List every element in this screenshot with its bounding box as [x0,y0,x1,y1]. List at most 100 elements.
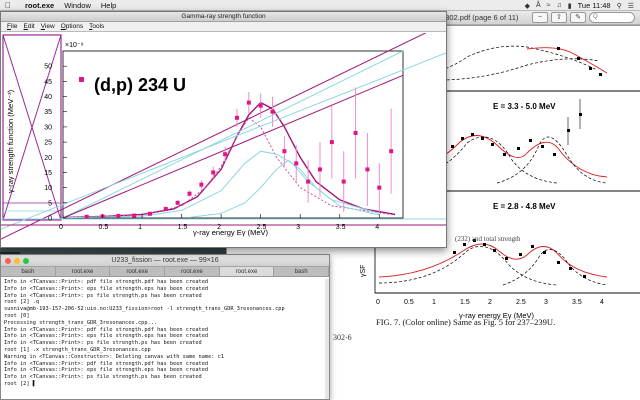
y-tick-label: 15 [44,170,52,177]
y-tick-label: 45 [44,79,52,86]
data-point [199,182,204,187]
pdf-x-tick-label: 0.5 [404,299,414,306]
apple-icon[interactable]:  [5,1,15,10]
data-point [246,100,251,105]
strength-function-chart: 0 0.5 1 1.5 2 2.5 3 3.5 405101520253035404550×10… [1,33,446,240]
root-menu-edit[interactable]: Edit [24,23,35,30]
terminal-line: Warning in <TCanvas::Constructor>: Delet… [4,353,225,360]
y-tick-label: 0 [48,216,52,223]
data-point [147,211,152,216]
terminal-line: root [1] .x strength_trans_GDR_3resonanc… [4,346,151,353]
data-point [306,179,311,184]
menubar-clock[interactable]: Tue 11:48 [578,1,611,10]
x-tick-label: 4 [375,224,379,231]
pdf-y-axis-label: γSF [360,265,367,277]
terminal-tab[interactable]: root.exe [56,267,111,276]
terminal-line: sunniva@mb-193-157-206-52:uio.no:U233_fi… [4,306,285,313]
terminal-line: Info in <TCanvas::Print>: ps file streng… [4,374,202,381]
terminal-tab[interactable]: root.exe [165,267,220,276]
wifi-icon[interactable]: ≈ [547,2,551,9]
terminal-window: U233_fission — root.exe — 99×16 bash roo… [0,254,330,400]
search-icon[interactable]: ⚲ [617,2,622,10]
chart-title: (d,p) 234 U [94,75,186,95]
data-point [175,200,180,205]
figure-caption: FIG. 7. (Color online) Same as Fig. 5 fo… [376,317,556,327]
terminal-line: Info in <TCanvas::Print>: pdf file stren… [4,326,209,333]
menubar:  root.exe Window Help ◆ Å ≈ ♫ ▮ Tue 11:… [0,0,640,11]
pdf-partial-text: (232) and total strength [455,235,521,243]
root-titlebar[interactable]: Gamma-ray strength function [1,12,446,22]
data-point [187,191,192,196]
dropbox-icon[interactable]: ◆ [525,2,530,10]
root-canvas[interactable]: 0 0.5 1 1.5 2 2.5 3 3.5 4 0 5 10 15 20 25 30 35 40 45 50 ×10… [1,33,446,247]
data-point [341,179,346,184]
pdf-search-field[interactable]: Q [589,12,635,23]
root-menu-tools[interactable]: Tools [89,23,104,30]
terminal-line: root [2] .q [4,299,40,306]
data-point [211,170,216,175]
series-line-1 [62,101,396,219]
legend-marker [79,77,84,82]
data-point [294,161,299,166]
terminal-line: Info in <TCanvas::Print>: pdf file stren… [4,279,209,285]
terminal-scrollbar[interactable] [325,279,329,399]
terminal-titlebar[interactable]: U233_fission — root.exe — 99×16 [1,255,329,267]
root-menu-view[interactable]: View [41,23,55,30]
series-line-4 [189,159,380,218]
terminal-tab[interactable]: bash [274,267,330,276]
x-tick-label: 3.5 [336,224,346,231]
pdf-x-tick-label: 3.5 [572,299,582,306]
menubar-app-name[interactable]: root.exe [25,1,54,10]
root-menu-file[interactable]: File [7,23,18,30]
zoom-out-button[interactable]: − [532,12,548,23]
y-tick-label: 10 [44,185,52,192]
y-tick-label: 25 [44,140,52,147]
bluetooth-icon[interactable]: Å [536,2,541,9]
terminal-tab-bar: bash root.exe root.exe root.exe root.exe… [1,267,330,277]
y-tick-label: 5 [48,200,52,207]
terminal-line: Processing strength_trans_GDR_3resonance… [4,319,158,326]
share-button[interactable]: ⇧ [551,12,567,23]
terminal-tab-active[interactable]: root.exe [219,267,275,276]
pdf-panel-label-middle: E = 3.3 - 5.0 MeV [493,102,556,111]
menubar-item-help[interactable]: Help [101,1,116,10]
pdf-panel-label-bottom: E = 2.8 - 4.8 MeV [493,202,556,211]
pdf-x-tick-label: 1.5 [460,299,470,306]
pdf-x-tick-label: 3 [544,299,548,306]
root-menubar: File Edit View Options Tools [1,22,446,32]
root-menu-options[interactable]: Options [61,23,83,30]
menubar-item-window[interactable]: Window [64,1,91,10]
pdf-x-tick-label: 2.5 [516,299,526,306]
series-line-6 [62,74,404,219]
data-point [84,214,89,219]
data-point [329,140,334,145]
notification-center-icon[interactable]: ☰ [628,2,634,10]
y-axis-label: γ-ray strength function (MeV⁻³) [6,89,15,193]
terminal-output[interactable]: Info in <TCanvas::Print>: pdf file stren… [4,279,326,399]
terminal-tab[interactable]: root.exe [110,267,166,276]
data-point [258,103,263,108]
data-point [132,213,137,218]
x-tick-label: 0.5 [99,224,109,231]
page-reference: 302-6 [333,333,352,342]
pdf-toolbar: − ⇧ ✎ Q [532,12,635,23]
menubar-status-area: ◆ Å ≈ ♫ ▮ Tue 11:48 ⚲ ☰ [525,0,634,11]
x-tick-label: 1 [138,224,142,231]
data-point [377,185,382,190]
terminal-tab[interactable]: bash [1,267,56,276]
data-point [116,213,121,218]
volume-icon[interactable]: ♫ [557,2,562,9]
terminal-line: Info in <TCanvas::Print>: eps file stren… [4,367,209,374]
terminal-line: Info in <TCanvas::Print>: eps file stren… [4,285,209,292]
data-point [317,167,322,172]
battery-icon[interactable]: ▮ [568,2,572,10]
annotate-button[interactable]: ✎ [570,12,586,23]
y-tick-label: 35 [44,109,52,116]
pdf-x-tick-label: 4 [600,299,604,306]
pdf-x-tick-label: 2 [488,299,492,306]
data-point [163,206,168,211]
terminal-title: U233_fission — root.exe — 99×16 [111,257,219,264]
x-axis-label: γ-ray energy Eγ (MeV) [193,228,269,237]
data-point [389,149,394,154]
y-tick-label: 30 [44,124,52,131]
